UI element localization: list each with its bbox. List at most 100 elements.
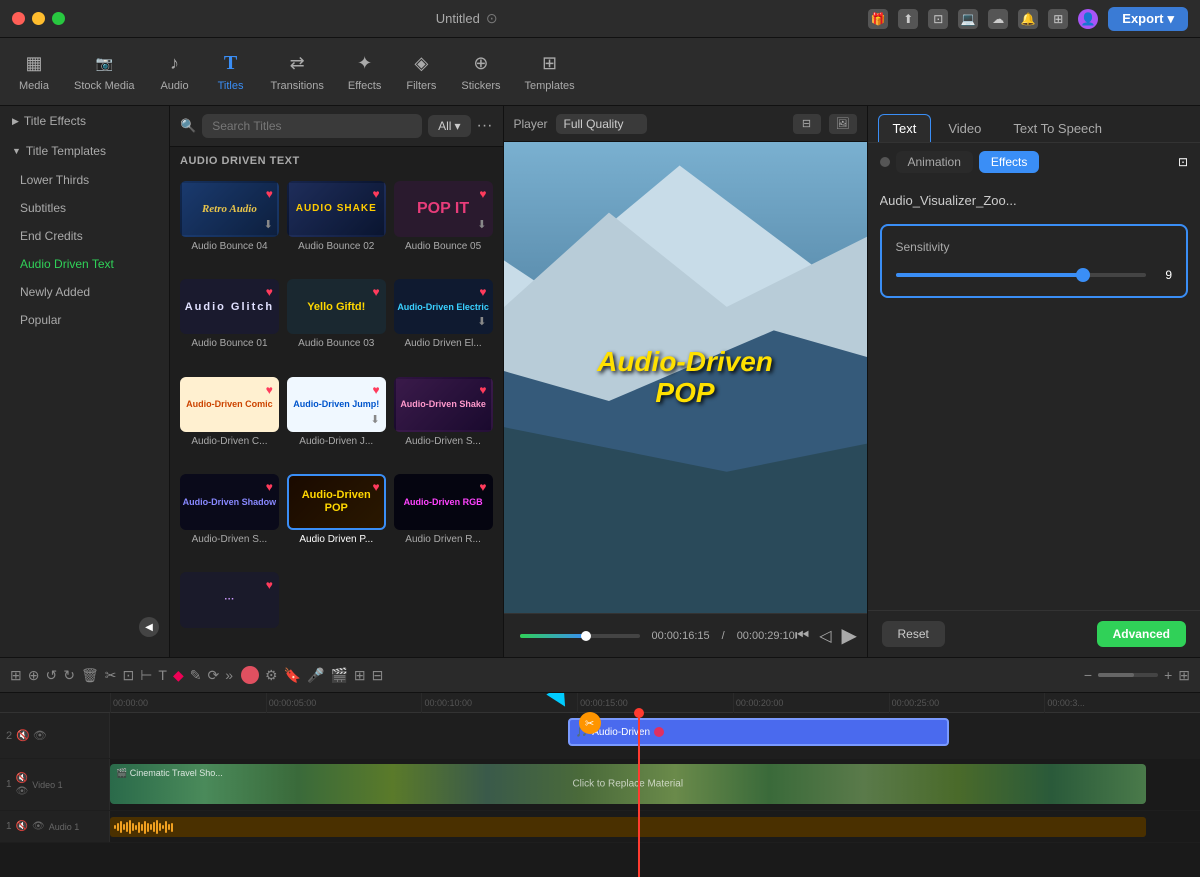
click-to-replace[interactable]: Click to Replace Material (572, 779, 683, 790)
list-item[interactable]: Audio-Driven Shadow ♥ Audio-Driven S... (180, 474, 279, 564)
thumb-partial: ··· ♥ (180, 572, 279, 628)
maximize-button[interactable] (52, 12, 65, 25)
sensitivity-slider-row: 9 (896, 268, 1173, 282)
list-item[interactable]: Audio-Driven Shake ♥ Audio-Driven S... (394, 377, 493, 467)
transition-button[interactable]: ⊞ (354, 667, 366, 684)
export-button[interactable]: Export ▾ (1108, 7, 1188, 31)
effects-subtab[interactable]: Effects (979, 151, 1039, 173)
nav-popular[interactable]: Popular (0, 306, 169, 334)
tool-titles[interactable]: T Titles (205, 46, 257, 98)
minimize-button[interactable] (32, 12, 45, 25)
list-item[interactable]: ··· ♥ (180, 572, 279, 651)
collapse-panel-button[interactable]: ◀ (139, 617, 159, 637)
track-icons: 🔇 👁 (16, 729, 47, 742)
bell-icon[interactable]: 🔔 (1018, 9, 1038, 29)
frame-back-button[interactable]: ◁ (819, 626, 831, 646)
nav-newly-added[interactable]: Newly Added (0, 278, 169, 306)
eye-icon[interactable]: 👁 (32, 821, 45, 832)
list-item[interactable]: Audio-Driven RGB ♥ Audio Driven R... (394, 474, 493, 564)
zoom-in-button[interactable]: + (1164, 667, 1172, 683)
slider-thumb[interactable] (1076, 268, 1090, 282)
delete-button[interactable]: 🗑 (81, 667, 99, 684)
nav-end-credits[interactable]: End Credits (0, 222, 169, 250)
more-options-icon[interactable]: ··· (477, 117, 493, 135)
gift-icon[interactable]: 🎁 (868, 9, 888, 29)
filter-button[interactable]: All ▾ (428, 115, 470, 137)
mic-button[interactable]: 🎤 (307, 667, 324, 684)
video-clip[interactable]: 🎬 Cinematic Travel Sho... Click to Repla… (110, 764, 1146, 804)
cloud-icon[interactable]: ☁ (988, 9, 1008, 29)
tool-templates[interactable]: ⊞ Templates (514, 46, 584, 98)
list-item[interactable]: Audio-Driven Electric ♥ ⬇ Audio Driven E… (394, 279, 493, 369)
redo-button[interactable]: ↻ (63, 667, 75, 684)
list-item[interactable]: AUDIO SHAKE ♥ Audio Bounce 02 (287, 181, 386, 271)
settings-button[interactable]: ⚙ (265, 667, 278, 684)
record-button[interactable] (241, 666, 259, 684)
split-view-button[interactable]: ⊞ (10, 667, 22, 684)
list-item[interactable]: Audio-DrivenPOP ♥ Audio Driven P... (287, 474, 386, 564)
cut-button[interactable]: ✂ (105, 667, 117, 684)
layout-button[interactable]: ⊟ (372, 667, 384, 684)
advanced-button[interactable]: Advanced (1097, 621, 1186, 647)
audio-clip[interactable] (110, 817, 1146, 837)
mute-icon[interactable]: 🔇 (16, 773, 29, 784)
list-item[interactable]: Audio-Driven Jump! ♥ ⬇ Audio-Driven J... (287, 377, 386, 467)
text-clip[interactable]: 🎵 Audio-Driven (568, 718, 950, 746)
split-button[interactable]: ⊢ (140, 667, 152, 684)
draw-button[interactable]: ✎ (190, 667, 202, 684)
mute-icon[interactable]: 🔇 (16, 821, 28, 832)
sensitivity-slider[interactable] (896, 273, 1147, 277)
tool-filters[interactable]: ◈ Filters (395, 46, 447, 98)
skip-back-button[interactable]: ⏮ (795, 627, 809, 645)
user-avatar[interactable]: 👤 (1078, 9, 1098, 29)
more-tools-button[interactable]: » (225, 667, 233, 683)
image-view-icon[interactable]: 🖼 (829, 114, 857, 134)
tool-audio[interactable]: ♪ Audio (149, 46, 201, 98)
quality-select[interactable]: Full Quality Half Quality (556, 114, 647, 134)
tool-stock-media[interactable]: 📷 Stock Media (64, 46, 145, 98)
list-item[interactable]: Audio Glitch ♥ Audio Bounce 01 (180, 279, 279, 369)
magnet-button[interactable]: ⊕ (28, 667, 40, 684)
tool-media[interactable]: ▦ Media (8, 46, 60, 98)
title-effects-header[interactable]: ▶ Title Effects (0, 106, 169, 136)
media-button[interactable]: 🎬 (330, 667, 347, 684)
bookmark-button[interactable]: 🔖 (284, 667, 301, 684)
list-item[interactable]: Retro Audio ♥ ⬇ Audio Bounce 04 (180, 181, 279, 271)
device-icon[interactable]: 💻 (958, 9, 978, 29)
nav-lower-thirds[interactable]: Lower Thirds (0, 166, 169, 194)
reset-button[interactable]: Reset (882, 621, 945, 647)
title-templates-header[interactable]: ▼ Title Templates (0, 136, 169, 166)
tool-effects[interactable]: ✦ Effects (338, 46, 391, 98)
nav-subtitles[interactable]: Subtitles (0, 194, 169, 222)
grid-options-button[interactable]: ⊞ (1178, 667, 1190, 684)
tab-text-to-speech[interactable]: Text To Speech (998, 114, 1117, 142)
eye-icon[interactable]: 👁 (16, 786, 29, 797)
close-button[interactable] (12, 12, 25, 25)
progress-bar[interactable] (520, 634, 640, 638)
tab-text[interactable]: Text (878, 114, 932, 142)
eye-icon[interactable]: 👁 (33, 729, 47, 742)
expand-icon[interactable]: ⊡ (1178, 155, 1188, 169)
crop-button[interactable]: ⊡ (122, 667, 134, 684)
tab-video[interactable]: Video (933, 114, 996, 142)
undo-button[interactable]: ↺ (45, 667, 57, 684)
nav-audio-driven[interactable]: Audio Driven Text (0, 250, 169, 278)
mute-icon[interactable]: 🔇 (16, 729, 30, 742)
grid-view-icon[interactable]: ⊟ (793, 114, 821, 134)
grid-icon[interactable]: ⊞ (1048, 9, 1068, 29)
share-icon[interactable]: ⬆ (898, 9, 918, 29)
list-item[interactable]: POP IT ♥ ⬇ Audio Bounce 05 (394, 181, 493, 271)
play-button[interactable]: ▶ (842, 623, 857, 648)
text-button[interactable]: T (158, 667, 167, 683)
tool-stickers[interactable]: ⊕ Stickers (451, 46, 510, 98)
search-input[interactable] (202, 114, 422, 138)
rotate-button[interactable]: ⟳ (207, 667, 219, 684)
list-item[interactable]: Audio-Driven Comic ♥ Audio-Driven C... (180, 377, 279, 467)
tool-transitions[interactable]: ⇄ Transitions (261, 46, 334, 98)
record-icon[interactable]: ⊡ (928, 9, 948, 29)
ruler: 00:00:00 00:00:05:00 00:00:10:00 00:00:1… (0, 693, 1200, 713)
keyframe-button[interactable]: ◆ (173, 667, 184, 684)
animation-subtab[interactable]: Animation (896, 151, 973, 173)
zoom-out-button[interactable]: − (1084, 667, 1092, 683)
list-item[interactable]: Yello Giftd! ♥ Audio Bounce 03 (287, 279, 386, 369)
